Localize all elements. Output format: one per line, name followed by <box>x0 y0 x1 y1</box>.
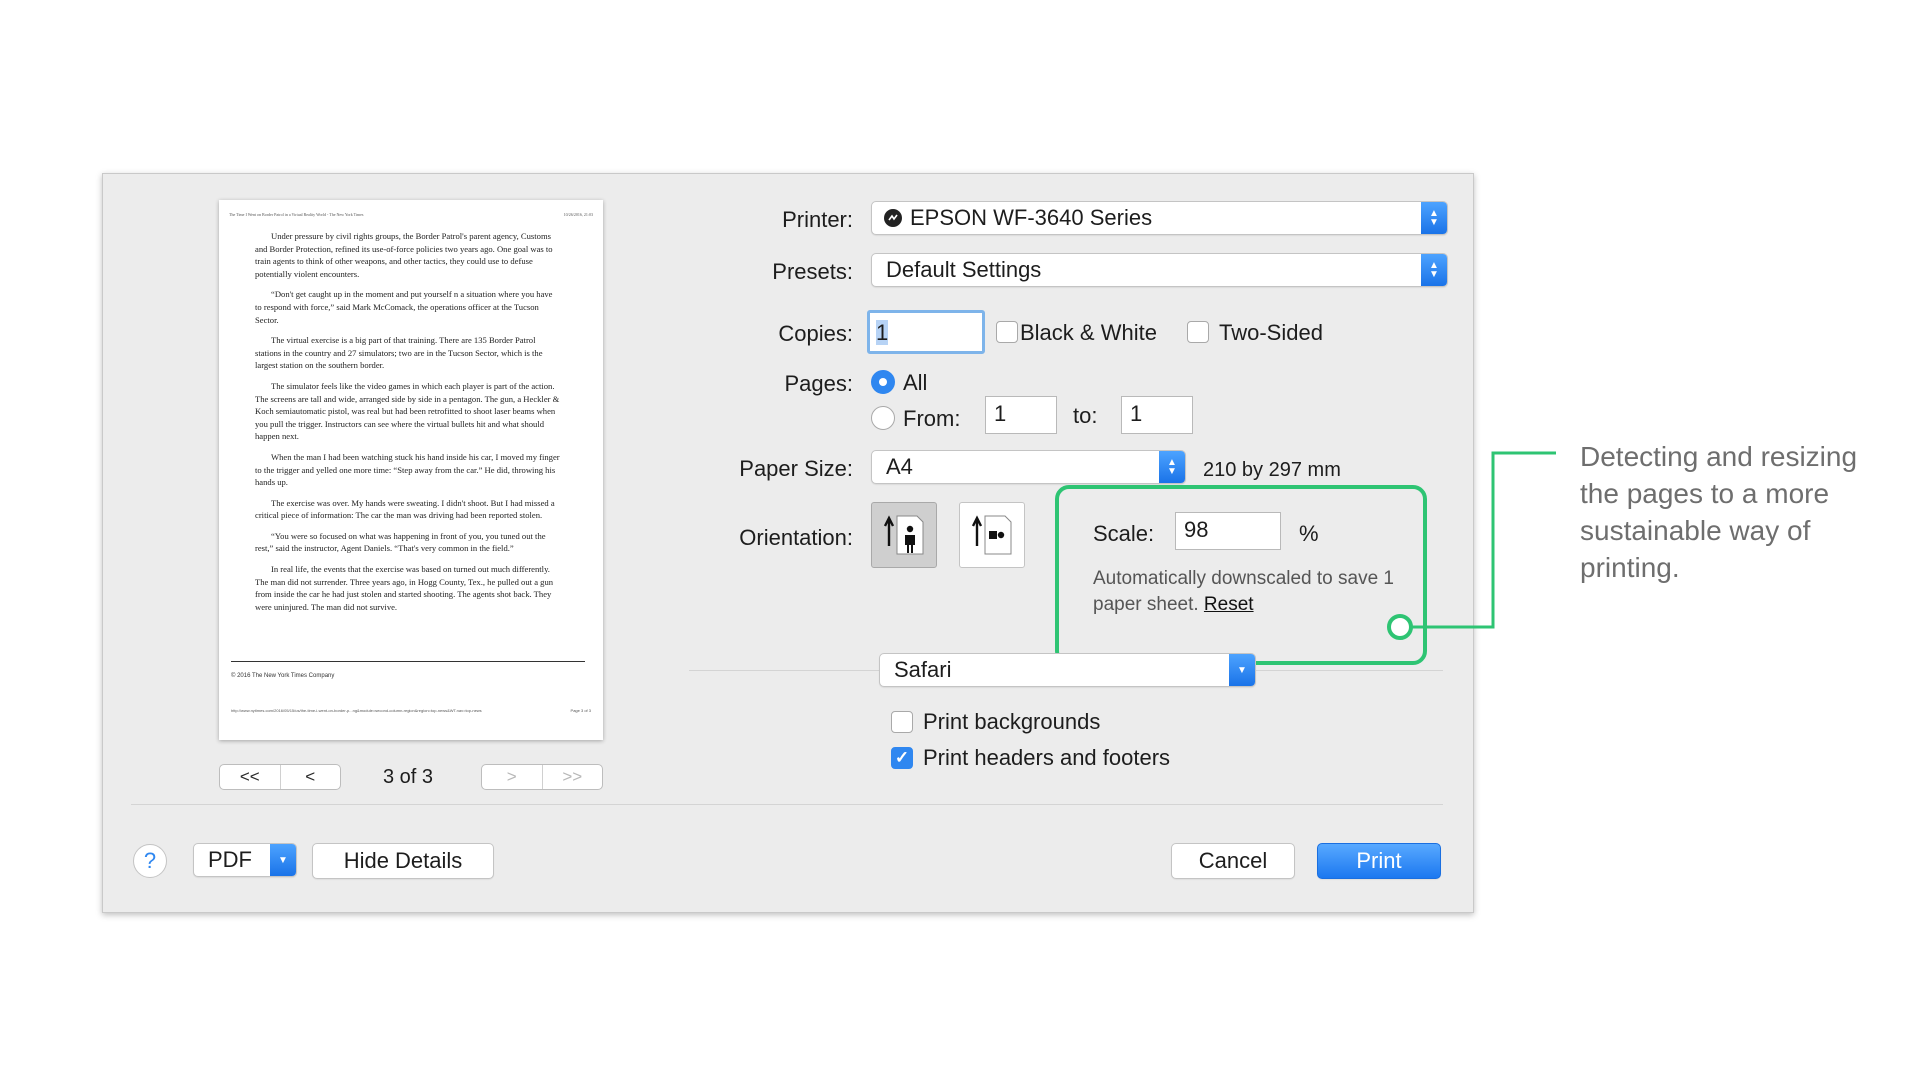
print-dialog: The Time I Went on Border Patrol in a Vi… <box>102 173 1474 913</box>
orientation-portrait-button[interactable] <box>871 502 937 568</box>
chevron-down-icon: ▼ <box>270 844 296 876</box>
preview-paragraph: Under pressure by civil rights groups, t… <box>255 231 553 279</box>
preview-header-date: 10/26/2016, 21:03 <box>563 212 593 217</box>
chevron-up-down-icon: ▲ ▼ <box>1159 451 1185 483</box>
paper-size-popup[interactable]: A4 ▲ ▼ <box>871 450 1186 484</box>
pages-all-label: All <box>903 370 928 395</box>
orientation-landscape-button[interactable] <box>959 502 1025 568</box>
annotation-connector <box>1387 451 1556 640</box>
preview-paragraph: In real life, the events that the exerci… <box>255 564 554 612</box>
pages-from-input[interactable]: 1 <box>985 396 1057 434</box>
cancel-button[interactable]: Cancel <box>1171 843 1295 879</box>
printer-label: Printer: <box>782 207 853 232</box>
preview-copyright: © 2016 The New York Times Company <box>231 673 335 679</box>
chevron-down-icon: ▼ <box>1229 654 1255 686</box>
scale-reset-link[interactable]: Reset <box>1204 594 1254 615</box>
copies-label: Copies: <box>778 321 853 346</box>
pages-to-input[interactable]: 1 <box>1121 396 1193 434</box>
presets-label: Presets: <box>772 259 853 284</box>
preview-paragraph: The exercise was over. My hands were swe… <box>255 497 555 521</box>
previous-page-button[interactable]: < <box>279 765 341 789</box>
preview-footer-url: http://www.nytimes.com/2016/05/15/us/the… <box>231 708 482 713</box>
preview-body: Under pressure by civil rights groups, t… <box>255 230 561 621</box>
chevron-up-down-icon: ▲ ▼ <box>1421 254 1447 286</box>
pages-from-radio[interactable] <box>871 406 895 430</box>
next-page-button[interactable]: > <box>482 765 542 789</box>
scale-unit: % <box>1299 521 1319 546</box>
app-section-popup[interactable]: Safari ▼ <box>879 653 1256 687</box>
preview-header: The Time I Went on Border Patrol in a Vi… <box>229 212 593 217</box>
page-nav-back-group: << < <box>219 764 341 790</box>
paper-size-value: A4 <box>886 454 913 479</box>
preview-paragraph: “You were so focused on what was happeni… <box>255 530 546 554</box>
print-button[interactable]: Print <box>1317 843 1441 879</box>
black-white-checkbox[interactable] <box>996 321 1018 343</box>
preview-footer: http://www.nytimes.com/2016/05/15/us/the… <box>231 708 591 713</box>
pages-from-label: From: <box>903 406 961 431</box>
scale-input[interactable]: 98 <box>1175 512 1281 550</box>
presets-value: Default Settings <box>886 257 1042 282</box>
two-sided-checkbox[interactable] <box>1187 321 1209 343</box>
copies-value: 1 <box>876 320 889 345</box>
portrait-icon <box>883 515 924 555</box>
annotation-text: Detecting and resizing the pages to a mo… <box>1580 441 1858 583</box>
checkmark-icon: ✓ <box>894 748 910 767</box>
last-page-button[interactable]: >> <box>541 765 603 789</box>
preview-paragraph: When the man I had been watching stuck h… <box>255 451 560 488</box>
two-sided-label: Two-Sided <box>1219 320 1323 345</box>
page-count: 3 of 3 <box>383 766 434 788</box>
paper-dimensions: 210 by 297 mm <box>1203 459 1341 481</box>
pages-to-label: to: <box>1073 403 1098 428</box>
print-backgrounds-label: Print backgrounds <box>923 709 1101 734</box>
printer-value: EPSON WF-3640 Series <box>910 205 1153 230</box>
black-white-label: Black & White <box>1020 320 1157 345</box>
copies-input[interactable]: 1 <box>867 310 985 354</box>
page-nav-forward-group: > >> <box>481 764 603 790</box>
presets-popup[interactable]: Default Settings ▲ ▼ <box>871 253 1448 287</box>
pdf-label: PDF <box>208 847 252 872</box>
paper-size-label: Paper Size: <box>739 456 853 481</box>
preview-paragraph: The simulator feels like the video games… <box>255 380 560 442</box>
scale-label: Scale: <box>1093 521 1155 546</box>
preview-paragraph: The virtual exercise is a big part of th… <box>255 335 543 371</box>
pages-all-radio[interactable] <box>871 370 895 394</box>
help-button[interactable]: ? <box>133 844 167 878</box>
print-headers-footers-label: Print headers and footers <box>923 745 1171 770</box>
pdf-menu-button[interactable]: PDF ▼ <box>193 843 297 877</box>
preview-footer-page: Page 3 of 3 <box>570 708 591 713</box>
orientation-label: Orientation: <box>739 525 853 550</box>
footer-separator <box>131 804 1443 805</box>
print-headers-footers-checkbox[interactable]: ✓ <box>891 747 913 769</box>
scale-note: Automatically downscaled to save 1 paper… <box>1093 566 1403 618</box>
hide-details-button[interactable]: Hide Details <box>312 843 494 879</box>
pages-label: Pages: <box>784 371 854 396</box>
printer-popup[interactable]: EPSON WF-3640 Series ▲ ▼ <box>871 201 1448 235</box>
chevron-up-down-icon: ▲ ▼ <box>1421 202 1447 234</box>
preview-divider <box>231 661 585 662</box>
first-page-button[interactable]: << <box>220 765 280 789</box>
page-preview: The Time I Went on Border Patrol in a Vi… <box>219 200 603 740</box>
preview-paragraph: “Don't get caught up in the moment and p… <box>255 289 553 325</box>
app-section-value: Safari <box>894 657 952 682</box>
preview-header-title: The Time I Went on Border Patrol in a Vi… <box>229 212 364 217</box>
print-backgrounds-checkbox[interactable] <box>891 711 913 733</box>
landscape-icon <box>971 515 1012 555</box>
